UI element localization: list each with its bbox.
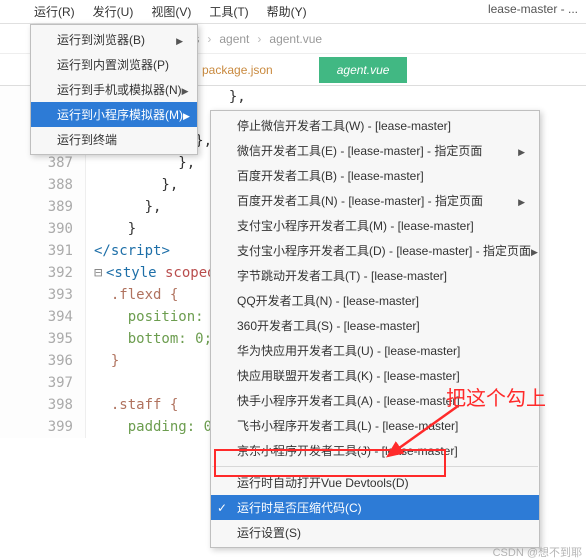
submenu-item[interactable]: 支付宝小程序开发者工具(M) - [lease-master] <box>211 213 539 238</box>
menu-item[interactable]: 运行到手机或模拟器(N) <box>31 77 197 102</box>
line-number: 399 <box>0 416 86 438</box>
code-tag: </script <box>94 243 161 259</box>
line-number: 398 <box>0 394 86 416</box>
line-number: 388 <box>0 174 86 196</box>
breadcrumb-part[interactable]: agent <box>219 32 249 46</box>
submenu-item[interactable]: ✓运行时是否压缩代码(C) <box>211 495 539 520</box>
submenu-item[interactable]: 百度开发者工具(B) - [lease-master] <box>211 163 539 188</box>
run-menu: 运行到浏览器(B)运行到内置浏览器(P)运行到手机或模拟器(N)运行到小程序模拟… <box>30 24 198 155</box>
code-tag: <style <box>106 265 157 281</box>
menu-item[interactable]: 运行到终端 <box>31 127 197 152</box>
line-number: 391 <box>0 240 86 262</box>
menu-separator <box>212 466 538 467</box>
line-number: 397 <box>0 372 86 394</box>
submenu-item[interactable]: 飞书小程序开发者工具(L) - [lease-master] <box>211 413 539 438</box>
breadcrumb-sep: › <box>207 32 211 46</box>
miniprogram-submenu: 停止微信开发者工具(W) - [lease-master]微信开发者工具(E) … <box>210 110 540 548</box>
submenu-item[interactable]: 停止微信开发者工具(W) - [lease-master] <box>211 113 539 138</box>
submenu-item[interactable]: QQ开发者工具(N) - [lease-master] <box>211 288 539 313</box>
submenu-item[interactable]: 支付宝小程序开发者工具(D) - [lease-master] - 指定页面 <box>211 238 539 263</box>
submenu-item[interactable]: 百度开发者工具(N) - [lease-master] - 指定页面 <box>211 188 539 213</box>
submenu-item[interactable]: 微信开发者工具(E) - [lease-master] - 指定页面 <box>211 138 539 163</box>
tab-package-json[interactable]: package.json <box>196 59 279 81</box>
watermark: CSDN @想不到耶 <box>493 544 582 560</box>
menu-item[interactable]: 运行到内置浏览器(P) <box>31 52 197 77</box>
menu-run[interactable]: 运行(R) <box>28 1 81 22</box>
check-icon: ✓ <box>217 501 227 515</box>
annotation-text: 把这个勾上 <box>446 382 546 411</box>
menu-help[interactable]: 帮助(Y) <box>261 1 313 22</box>
breadcrumb-part[interactable]: agent.vue <box>269 32 322 46</box>
submenu-item[interactable]: 运行设置(S) <box>211 520 539 545</box>
submenu-item[interactable]: 字节跳动开发者工具(T) - [lease-master] <box>211 263 539 288</box>
line-number: 389 <box>0 196 86 218</box>
menu-item[interactable]: 运行到浏览器(B) <box>31 27 197 52</box>
menu-publish[interactable]: 发行(U) <box>87 1 140 22</box>
submenu-item[interactable]: 运行时自动打开Vue Devtools(D) <box>211 470 539 495</box>
submenu-item[interactable]: 京东小程序开发者工具(J) - [lease-master] <box>211 438 539 463</box>
window-title-fragment: lease-master - ... <box>488 2 578 16</box>
line-number: 394 <box>0 306 86 328</box>
breadcrumb-sep: › <box>257 32 261 46</box>
submenu-item[interactable]: 360开发者工具(S) - [lease-master] <box>211 313 539 338</box>
menu-tools[interactable]: 工具(T) <box>203 1 254 22</box>
line-number: 393 <box>0 284 86 306</box>
menu-item[interactable]: 运行到小程序模拟器(M) <box>31 102 197 127</box>
submenu-item[interactable]: 华为快应用开发者工具(U) - [lease-master] <box>211 338 539 363</box>
line-number: 396 <box>0 350 86 372</box>
menu-view[interactable]: 视图(V) <box>145 1 197 22</box>
line-number: 392 <box>0 262 86 284</box>
line-number: 387 <box>0 152 86 174</box>
line-number: 390 <box>0 218 86 240</box>
tab-agent-vue[interactable]: agent.vue <box>319 57 408 83</box>
line-number: 395 <box>0 328 86 350</box>
